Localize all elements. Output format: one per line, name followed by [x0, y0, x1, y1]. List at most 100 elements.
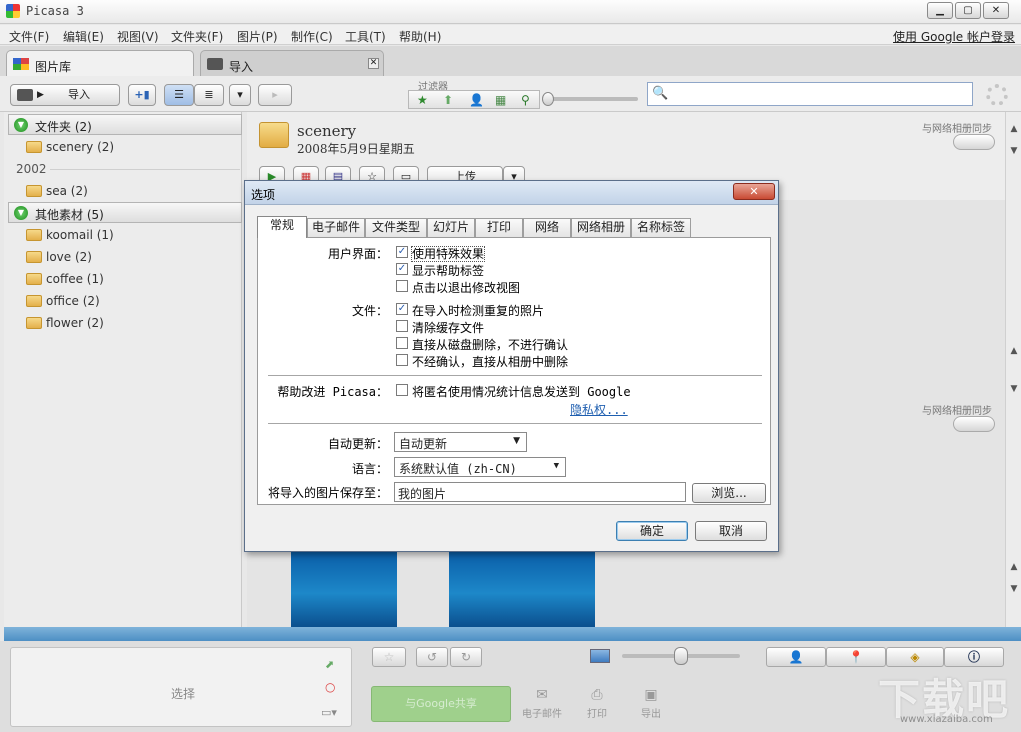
email-action[interactable]: ✉ 电子邮件: [519, 687, 565, 720]
menu-folder[interactable]: 文件夹(F): [171, 28, 223, 45]
menu-tools[interactable]: 工具(T): [345, 28, 386, 45]
star-button[interactable]: ☆: [372, 647, 406, 667]
close-window-button[interactable]: ✕: [983, 2, 1009, 19]
share-with-google-button[interactable]: 与Google共享: [371, 686, 511, 722]
export-action[interactable]: ▣ 导出: [628, 687, 674, 720]
photo-thumbnail-dolphin[interactable]: [291, 552, 397, 627]
maximize-button[interactable]: ▢: [955, 2, 981, 19]
add-to-album-button[interactable]: +▮: [128, 84, 156, 106]
checkbox-delete-from-album[interactable]: 不经确认，直接从相册中删除: [396, 353, 568, 370]
checkbox-label: 直接从磁盘删除，不进行确认: [412, 338, 569, 352]
people-button[interactable]: 👤: [766, 647, 826, 667]
view-dropdown-button[interactable]: ▾: [229, 84, 251, 106]
scroll-up-icon[interactable]: ▲: [1007, 344, 1021, 358]
dialog-title: 选项: [251, 188, 276, 202]
tab-general[interactable]: 常规: [257, 216, 307, 238]
tab-library[interactable]: 图片库: [6, 50, 194, 76]
places-button[interactable]: 📍: [826, 647, 886, 667]
close-tab-icon[interactable]: ✕: [368, 58, 379, 69]
privacy-link[interactable]: 隐私权...: [570, 401, 628, 418]
folder-group-header[interactable]: ▼ 文件夹 (2): [8, 114, 242, 135]
status-divider-bar: [4, 627, 1021, 641]
checkbox-special-effects[interactable]: ✓ 使用特殊效果: [396, 245, 486, 262]
checkbox-empty-icon: [396, 337, 408, 349]
web-album-sync-toggle-2[interactable]: [953, 416, 995, 432]
folder-item-koomail[interactable]: koomail (1): [26, 228, 114, 242]
tab-slideshow[interactable]: 幻灯片: [427, 218, 475, 237]
dialog-close-button[interactable]: ✕: [733, 183, 775, 200]
date-filter-knob[interactable]: [542, 92, 554, 106]
ui-section-label: 用户界面：: [327, 247, 388, 261]
star-filter-icon[interactable]: ★: [417, 93, 428, 107]
date-filter-slider[interactable]: [548, 97, 638, 101]
tab-name-tags[interactable]: 名称标签: [631, 218, 691, 237]
geotag-filter-icon[interactable]: ⚲: [521, 93, 530, 107]
cancel-button[interactable]: 取消: [695, 521, 767, 541]
folder-item-flower[interactable]: flower (2): [26, 316, 104, 330]
tab-network[interactable]: 网络: [523, 218, 571, 237]
album-title[interactable]: scenery: [297, 122, 356, 140]
list-view-button[interactable]: ☰: [164, 84, 194, 106]
scroll-down-icon[interactable]: ▼: [1007, 582, 1021, 596]
menu-help[interactable]: 帮助(H): [399, 28, 441, 45]
rotate-right-button[interactable]: ↻: [450, 647, 482, 667]
scroll-down-icon[interactable]: ▼: [1007, 144, 1021, 158]
menu-file[interactable]: 文件(F): [9, 28, 49, 45]
language-select[interactable]: 系统默认值 (zh-CN) ▼: [394, 457, 566, 477]
photo-thumbnail-dolphins[interactable]: [449, 552, 595, 627]
minimize-button[interactable]: ▁: [927, 2, 953, 19]
thumbnail-size-knob[interactable]: [674, 647, 688, 665]
slideshow-button[interactable]: ▸: [258, 84, 292, 106]
other-material-group-header[interactable]: ▼ 其他素材 (5): [8, 202, 242, 223]
scroll-up-icon[interactable]: ▲: [1007, 560, 1021, 574]
web-album-sync-toggle[interactable]: [953, 134, 995, 150]
tray-menu-icon[interactable]: ▭▾: [321, 706, 337, 719]
checkbox-delete-from-disk[interactable]: 直接从磁盘删除，不进行确认: [396, 336, 568, 353]
auto-update-select[interactable]: 自动更新 ▼: [394, 432, 527, 452]
checkbox-detect-duplicates[interactable]: ✓ 在导入时检测重复的照片: [396, 302, 544, 319]
tab-email[interactable]: 电子邮件: [307, 218, 365, 237]
checkbox-clear-cache[interactable]: 清除缓存文件: [396, 319, 484, 336]
menu-view[interactable]: 视图(V): [117, 28, 159, 45]
search-input[interactable]: 🔍: [647, 82, 973, 106]
clear-selection-icon[interactable]: ○: [325, 680, 335, 694]
browse-button[interactable]: 浏览...: [692, 483, 766, 503]
folder-icon: [26, 273, 42, 285]
menu-edit[interactable]: 编辑(E): [63, 28, 104, 45]
checkbox-send-usage-stats[interactable]: 将匿名使用情况统计信息发送到 Google: [396, 383, 631, 400]
rotate-left-button[interactable]: ↺: [416, 647, 448, 667]
collapse-icon[interactable]: ▼: [14, 118, 28, 132]
tags-button[interactable]: ◈: [886, 647, 944, 667]
import-button[interactable]: ▶ 导入: [10, 84, 120, 106]
export-icon: ▣: [644, 687, 658, 703]
tree-view-button[interactable]: ≣: [194, 84, 224, 106]
folder-item-love[interactable]: love (2): [26, 250, 92, 264]
tab-print[interactable]: 打印: [475, 218, 523, 237]
menu-picture[interactable]: 图片(P): [237, 28, 278, 45]
google-login-link[interactable]: 使用 Google 帐户登录: [893, 28, 1015, 45]
info-button[interactable]: ⓘ: [944, 647, 1004, 667]
selection-tray[interactable]: 选择 ⬈ ○ ▭▾: [10, 647, 352, 727]
folder-item-coffee[interactable]: coffee (1): [26, 272, 104, 286]
uploaded-filter-icon[interactable]: ⬆: [443, 93, 453, 107]
menu-create[interactable]: 制作(C): [291, 28, 333, 45]
checkbox-click-exit-edit[interactable]: 点击以退出修改视图: [396, 279, 520, 296]
checkbox-help-tags[interactable]: ✓ 显示帮助标签: [396, 262, 484, 279]
folder-item-office[interactable]: office (2): [26, 294, 100, 308]
scroll-up-icon[interactable]: ▲: [1007, 122, 1021, 136]
vertical-scrollbar[interactable]: ▲ ▼ ▲ ▼ ▲ ▼: [1005, 112, 1021, 627]
tab-import[interactable]: 导入 ✕: [200, 50, 384, 76]
tab-file-types[interactable]: 文件类型: [365, 218, 427, 237]
save-location-input[interactable]: 我的图片: [394, 482, 686, 502]
tab-web-albums[interactable]: 网络相册: [571, 218, 631, 237]
collapse-icon[interactable]: ▼: [14, 206, 28, 220]
auto-update-label: 自动更新：: [327, 437, 388, 451]
folder-item-scenery[interactable]: scenery (2): [26, 140, 114, 154]
people-filter-icon[interactable]: 👤: [469, 93, 484, 107]
print-action[interactable]: ⎙ 打印: [574, 687, 620, 720]
movie-filter-icon[interactable]: ▦: [495, 93, 506, 107]
scroll-down-icon[interactable]: ▼: [1007, 382, 1021, 396]
hold-pin-icon[interactable]: ⬈: [325, 658, 334, 671]
folder-item-sea[interactable]: sea (2): [26, 184, 88, 198]
ok-button[interactable]: 确定: [616, 521, 688, 541]
